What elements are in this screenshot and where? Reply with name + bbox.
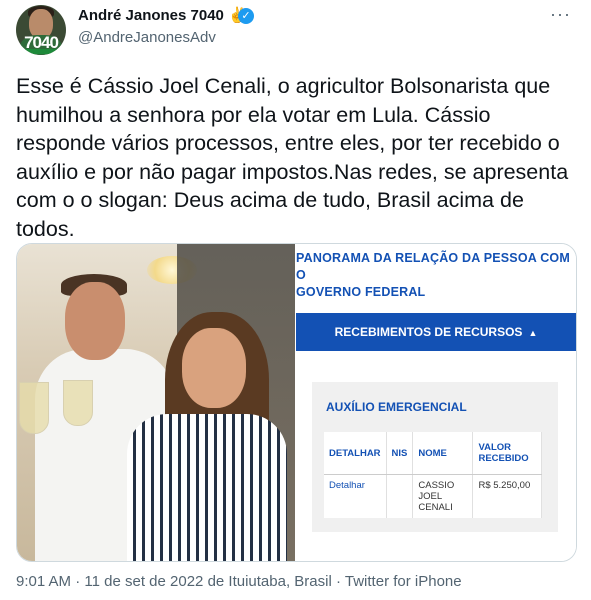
nis-cell [386,474,414,518]
column-header: NOME [412,432,474,475]
name-cell: CASSIO JOEL CENALI [412,474,474,518]
tweet-media[interactable]: PANORAMA DA RELAÇÃO DA PESSOA COM O GOVE… [16,243,577,562]
column-header: VALOR RECEBIDO [472,432,542,475]
tweet-time[interactable]: 9:01 AM [16,573,71,590]
separator: · [75,573,81,590]
panel-title: PANORAMA DA RELAÇÃO DA PESSOA COM O GOVE… [296,250,576,301]
verified-badge-icon: ✓ [238,8,254,24]
emergency-aid-title: AUXÍLIO EMERGENCIAL [326,400,467,414]
emergency-aid-card: AUXÍLIO EMERGENCIAL DETALHAR NIS NOME VA… [312,382,558,532]
caret-up-icon: ▲ [528,328,538,338]
table-header-row: DETALHAR NIS NOME VALOR RECEBIDO [324,432,542,475]
table-row: Detalhar CASSIO JOEL CENALI R$ 5.250,00 [324,474,542,518]
detail-link: Detalhar [324,474,387,518]
tweet-text: Esse é Cássio Joel Cenali, o agricultor … [16,74,569,241]
panel-title-line2: GOVERNO FEDERAL [296,285,426,299]
event-photo[interactable] [17,244,295,561]
tweet-location[interactable]: de Ituiutaba, Brasil [208,573,332,590]
author-handle[interactable]: @AndreJanonesAdv [78,29,216,46]
more-options-icon[interactable]: ··· [550,4,571,25]
tweet-source[interactable]: Twitter for iPhone [345,573,462,590]
author-name-text: André Janones 7040 [78,7,224,24]
panel-title-line1: PANORAMA DA RELAÇÃO DA PESSOA COM O [296,251,570,282]
tweet-date[interactable]: 11 de set de 2022 [84,573,203,590]
author-name[interactable]: André Janones 7040 ✌️ [78,6,247,24]
separator: · [335,573,341,590]
avatar[interactable]: 7040 [16,5,66,55]
receipts-section-label: RECEBIMENTOS DE RECURSOS [334,325,523,339]
column-header: NIS [386,432,414,475]
tweet-timestamp: 9:01 AM · 11 de set de 2022 de Ituiutaba… [16,573,462,590]
government-panel-screenshot[interactable]: PANORAMA DA RELAÇÃO DA PESSOA COM O GOVE… [296,244,576,561]
value-cell: R$ 5.250,00 [472,474,542,518]
aid-table: DETALHAR NIS NOME VALOR RECEBIDO Detalha… [324,432,542,518]
receipts-section-bar: RECEBIMENTOS DE RECURSOS ▲ [296,313,576,351]
column-header: DETALHAR [324,432,387,475]
